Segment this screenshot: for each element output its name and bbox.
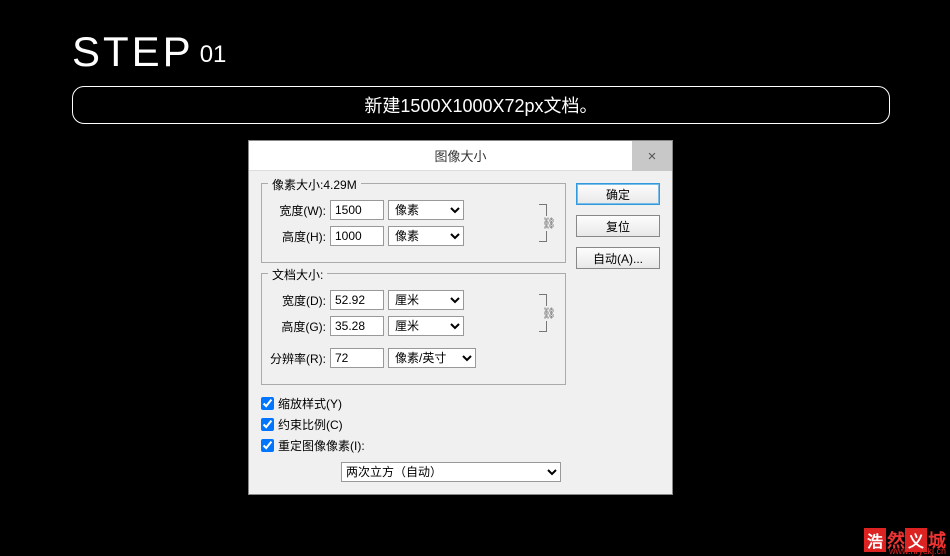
constrain-label: 约束比例(C): [278, 416, 343, 433]
pixel-width-label: 宽度(W):: [270, 202, 326, 219]
doc-width-input[interactable]: [330, 290, 384, 310]
step-title: STEP01: [72, 28, 226, 76]
link-icon: ⛓: [542, 216, 556, 231]
pixel-size-legend: 像素大小:4.29M: [268, 176, 361, 193]
image-size-dialog: 图像大小 × 像素大小:4.29M 宽度(W): 像素 高度(H):: [248, 140, 673, 495]
resample-method-select[interactable]: 两次立方（自动）: [341, 462, 561, 482]
doc-width-unit[interactable]: 厘米: [388, 290, 464, 310]
cancel-button[interactable]: 复位: [576, 215, 660, 237]
dialog-titlebar[interactable]: 图像大小 ×: [249, 141, 672, 171]
pixel-width-input[interactable]: [330, 200, 384, 220]
doc-height-input[interactable]: [330, 316, 384, 336]
auto-button[interactable]: 自动(A)...: [576, 247, 660, 269]
doc-size-group: 文档大小: 宽度(D): 厘米 高度(G): 厘米: [261, 273, 566, 385]
resample-label: 重定图像像素(I):: [278, 437, 365, 454]
pixel-size-group: 像素大小:4.29M 宽度(W): 像素 高度(H): 像素: [261, 183, 566, 263]
doc-size-legend: 文档大小:: [268, 266, 327, 283]
pixel-link-bracket: ⛓: [537, 198, 555, 248]
instruction-bar: 新建1500X1000X72px文档。: [72, 86, 890, 124]
resolution-unit[interactable]: 像素/英寸: [388, 348, 476, 368]
pixel-height-unit[interactable]: 像素: [388, 226, 464, 246]
resolution-input[interactable]: [330, 348, 384, 368]
pixel-width-unit[interactable]: 像素: [388, 200, 464, 220]
resample-checkbox[interactable]: [261, 439, 274, 452]
close-icon: ×: [648, 148, 657, 165]
constrain-checkbox[interactable]: [261, 418, 274, 431]
doc-width-label: 宽度(D):: [270, 292, 326, 309]
doc-height-unit[interactable]: 厘米: [388, 316, 464, 336]
doc-link-bracket: ⛓: [537, 288, 555, 338]
ok-button[interactable]: 确定: [576, 183, 660, 205]
link-icon: ⛓: [542, 306, 556, 321]
dialog-title: 图像大小: [434, 146, 486, 165]
close-button[interactable]: ×: [632, 141, 672, 171]
scale-styles-checkbox[interactable]: [261, 397, 274, 410]
scale-styles-label: 缩放样式(Y): [278, 395, 342, 412]
doc-height-label: 高度(G):: [270, 318, 326, 335]
resolution-label: 分辨率(R):: [270, 350, 326, 367]
pixel-height-input[interactable]: [330, 226, 384, 246]
pixel-height-label: 高度(H):: [270, 228, 326, 245]
